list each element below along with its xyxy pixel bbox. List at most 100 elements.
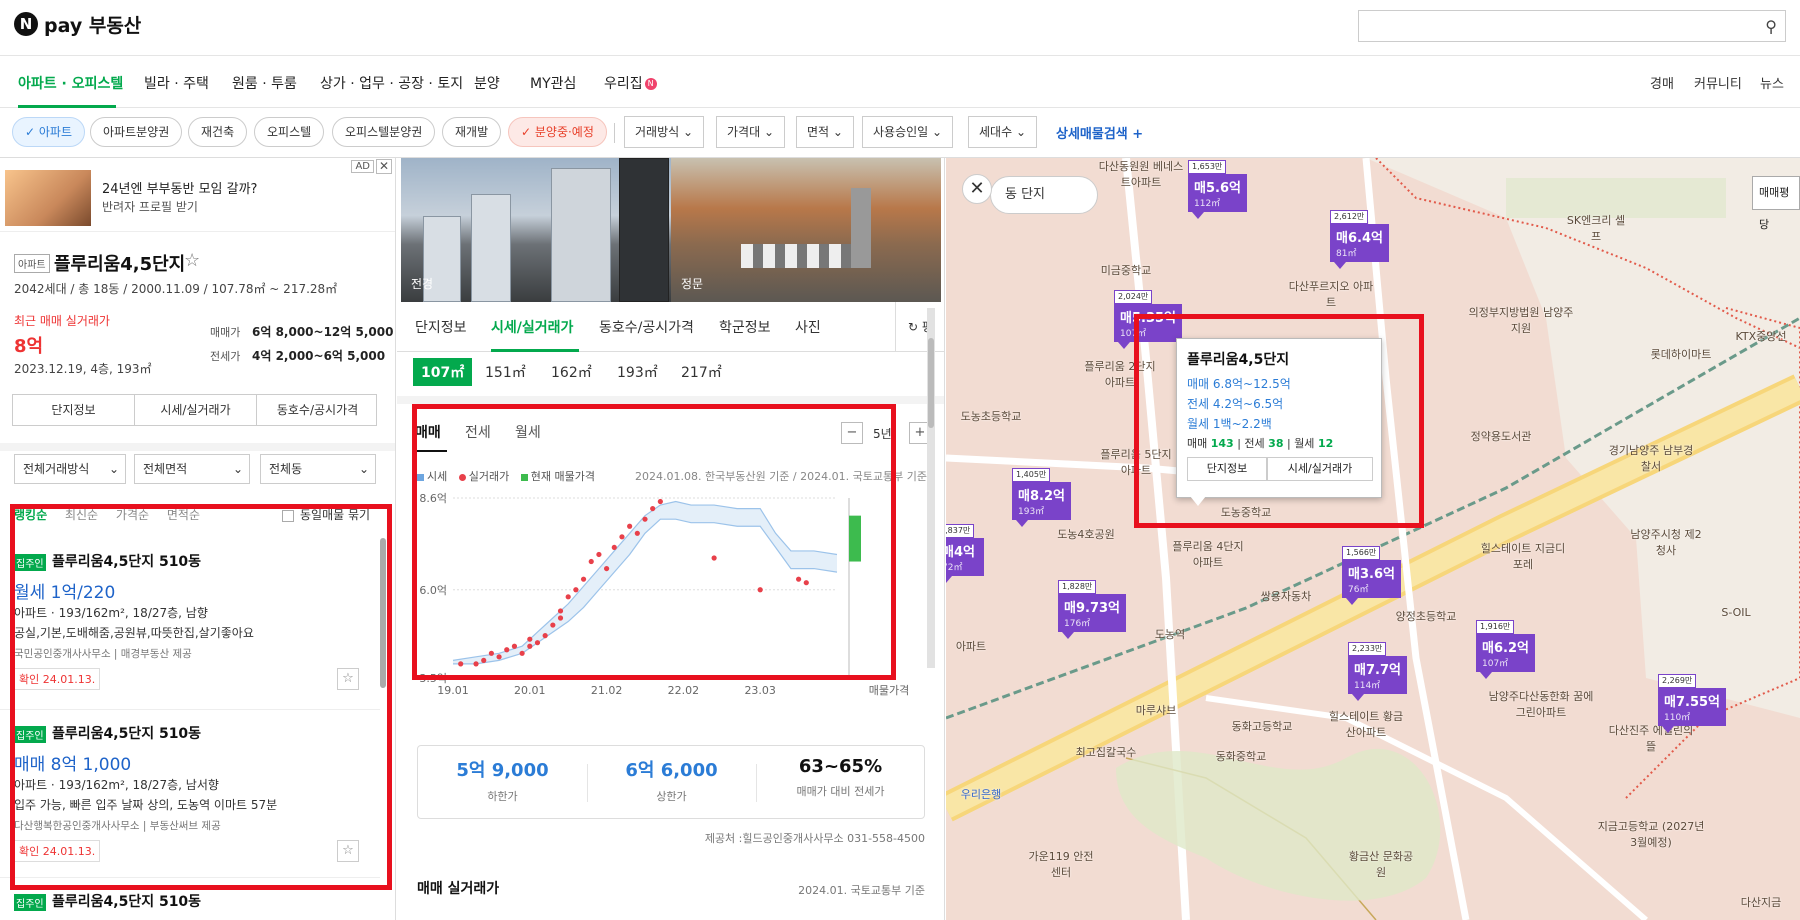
ad-title: 24년엔 부부동반 모임 갈까? bbox=[102, 182, 258, 197]
price-marker[interactable]: 2,269만 매7.55억 110㎡ bbox=[1658, 672, 1726, 733]
ad-banner[interactable]: 24년엔 부부동반 모임 갈까? 반려자 프로필 받기 AD ✕ bbox=[0, 158, 395, 232]
nav-commercial[interactable]: 상가 · 업무 · 공장 · 토지 bbox=[320, 73, 463, 93]
advanced-search-button[interactable]: 상세매물검색 + bbox=[1056, 123, 1143, 142]
price-marker[interactable]: 1,653만 매5.6억 112㎡ bbox=[1188, 158, 1247, 219]
nav-oneroom[interactable]: 원룸 · 투룸 bbox=[232, 73, 297, 93]
dropdown-area[interactable]: 면적 ⌄ bbox=[796, 116, 854, 148]
ad-image bbox=[5, 170, 91, 226]
photo-label: 정문 bbox=[681, 277, 704, 291]
dropdown-approval-date[interactable]: 사용승인일 ⌄ bbox=[862, 116, 954, 148]
area-162[interactable]: 162㎡ bbox=[551, 362, 592, 382]
map-label: 남양주다산동한화 꿈에그린아파트 bbox=[1488, 690, 1594, 719]
chevron-down-icon: ⌄ bbox=[232, 462, 243, 476]
nav-community[interactable]: 커뮤니티 bbox=[1694, 73, 1742, 92]
chip-apartment[interactable]: ✓ 아파트 bbox=[12, 117, 85, 147]
highlight-box-popup bbox=[1134, 314, 1424, 528]
chip-redevelopment[interactable]: 재개발 bbox=[442, 117, 502, 147]
marker-price: 매6.4억 bbox=[1336, 231, 1383, 246]
price-marker[interactable]: 1,837만매4억 72㎡ bbox=[946, 522, 984, 583]
nav-my-interest[interactable]: MY관심 bbox=[530, 73, 576, 93]
x-tick-label: 매물가격 bbox=[869, 684, 909, 697]
price-marker[interactable]: 1,405만 매8.2억 193㎡ bbox=[1012, 466, 1071, 527]
recent-sale-date: 2023.12.19, 4층, 193㎡ bbox=[14, 362, 152, 376]
data-provider: 제공처 :힐드공인중개사사무소 031-558-4500 bbox=[704, 832, 925, 845]
tab-unit-price[interactable]: 동호수/공시가격 bbox=[257, 395, 378, 425]
map-label: 정약용도서관 bbox=[1470, 430, 1532, 443]
map-label: 도농4호공원 bbox=[1057, 528, 1115, 541]
pyeong-toggle-button[interactable]: ↻ 평 bbox=[895, 302, 944, 352]
ad-close-icon[interactable]: ✕ bbox=[376, 159, 392, 174]
photo-exterior[interactable]: 전경 bbox=[401, 158, 671, 302]
map-label: SK엔크리 셀프 bbox=[1566, 214, 1626, 243]
stat-lower: 5억 9,000 하한가 bbox=[418, 756, 587, 804]
nav-my-home[interactable]: 우리집 N bbox=[604, 73, 657, 93]
chip-presale-upcoming[interactable]: ✓ 분양중·예정 bbox=[508, 117, 607, 147]
marker-tail bbox=[946, 576, 952, 583]
marker-count: 1,653만 bbox=[1188, 160, 1227, 174]
nav-news[interactable]: 뉴스 bbox=[1760, 73, 1784, 92]
map-close-icon[interactable]: ✕ bbox=[962, 174, 992, 204]
price-marker[interactable]: 1,916만 매6.2억 107㎡ bbox=[1476, 618, 1535, 679]
map-level-control[interactable]: 동 단지 bbox=[990, 176, 1098, 214]
marker-area: 112㎡ bbox=[1194, 199, 1221, 209]
area-107[interactable]: 107㎡ bbox=[413, 358, 473, 386]
chip-officetel-presale[interactable]: 오피스텔분양권 bbox=[332, 117, 436, 147]
area-151[interactable]: 151㎡ bbox=[485, 362, 526, 382]
tab-complex-info[interactable]: 단지정보 bbox=[13, 395, 135, 425]
chip-officetel[interactable]: 오피스텔 bbox=[254, 117, 325, 147]
naver-logo-icon[interactable]: N bbox=[14, 12, 38, 36]
tab-price-history[interactable]: 시세/실거래가 bbox=[491, 317, 573, 337]
photo-main-gate[interactable]: 정문 bbox=[671, 158, 941, 302]
x-tick-label: 19.01 bbox=[437, 684, 469, 697]
search-input[interactable]: ⚲ bbox=[1358, 10, 1786, 42]
dropdown-all-deal-types[interactable]: 전체거래방식 ⌄ bbox=[14, 454, 126, 484]
crosswalk-shape bbox=[741, 244, 851, 268]
price-marker[interactable]: 2,612만 매6.4억 81㎡ bbox=[1330, 208, 1389, 269]
marker-count: 2,233만 bbox=[1348, 642, 1387, 656]
area-217[interactable]: 217㎡ bbox=[681, 362, 722, 382]
tab-complex-info[interactable]: 단지정보 bbox=[415, 317, 467, 337]
nav-apartment-officetel[interactable]: 아파트 · 오피스텔 bbox=[18, 73, 123, 93]
dropdown-households-label: 세대수 bbox=[979, 125, 1013, 139]
dropdown-all-areas[interactable]: 전체면적 ⌄ bbox=[134, 454, 250, 484]
dropdown-all-buildings[interactable]: 전체동 ⌄ bbox=[260, 454, 376, 484]
panel-scrollbar[interactable] bbox=[927, 308, 935, 668]
marker-count: 1,828만 bbox=[1058, 580, 1097, 594]
price-marker[interactable]: 1,566만 매3.6억 76㎡ bbox=[1342, 544, 1401, 605]
map-label: 남양주시청 제2청사 bbox=[1630, 528, 1702, 557]
building-shape bbox=[551, 168, 611, 302]
dropdown-price[interactable]: 가격대 ⌄ bbox=[716, 116, 785, 148]
map-label: 마루샤브 bbox=[1135, 704, 1177, 717]
scrollbar-thumb[interactable] bbox=[928, 338, 934, 428]
search-icon[interactable]: ⚲ bbox=[1765, 17, 1777, 36]
app-title[interactable]: pay 부동산 bbox=[44, 11, 141, 38]
nav-villa-house[interactable]: 빌라 · 주택 bbox=[144, 73, 209, 93]
nav-presale[interactable]: 분양 bbox=[474, 73, 500, 93]
stat-label: 상한가 bbox=[656, 790, 687, 803]
price-marker[interactable]: 1,828만 매9.73억 176㎡ bbox=[1058, 578, 1126, 639]
map-price-type-button[interactable]: 매매평당 bbox=[1752, 176, 1800, 231]
complex-name: 플루리움4,5단지 bbox=[54, 254, 186, 275]
marker-tail bbox=[1334, 262, 1346, 269]
map-label: 미금중학교 bbox=[1100, 264, 1152, 277]
gate-shape bbox=[851, 188, 871, 268]
tab-unit-price[interactable]: 동호수/공시가격 bbox=[599, 317, 694, 337]
area-193[interactable]: 193㎡ bbox=[617, 362, 658, 382]
tab-price[interactable]: 시세/실거래가 bbox=[135, 395, 257, 425]
chip-reconstruction[interactable]: 재건축 bbox=[188, 117, 248, 147]
dropdown-deal-type[interactable]: 거래방식 ⌄ bbox=[624, 116, 705, 148]
dropdown-households[interactable]: 세대수 ⌄ bbox=[968, 116, 1037, 148]
marker-area: 114㎡ bbox=[1354, 681, 1381, 691]
favorite-star-icon[interactable]: ☆ bbox=[184, 250, 200, 271]
stat-label: 하한가 bbox=[487, 790, 518, 803]
map-view[interactable]: 1,653만 매5.6억 112㎡ 2,612만 매6.4억 81㎡ 2,024만 매5.… bbox=[946, 158, 1800, 920]
tab-photos[interactable]: 사진 bbox=[795, 317, 821, 337]
nav-auction[interactable]: 경매 bbox=[1650, 73, 1674, 92]
sale-price-range: 6억 8,000~12억 5,000 bbox=[252, 325, 394, 339]
map-label: 최고집칼국수 bbox=[1075, 746, 1137, 759]
tab-school[interactable]: 학군정보 bbox=[719, 317, 771, 337]
price-stats-box: 5억 9,000 하한가 6억 6,000 상한가 63~65% 매매가 대비 전세가 bbox=[417, 745, 925, 819]
price-marker[interactable]: 2,233만 매7.7억 114㎡ bbox=[1348, 640, 1407, 701]
complex-type-badge: 아파트 bbox=[14, 254, 50, 273]
chip-apartment-presale[interactable]: 아파트분양권 bbox=[90, 117, 183, 147]
